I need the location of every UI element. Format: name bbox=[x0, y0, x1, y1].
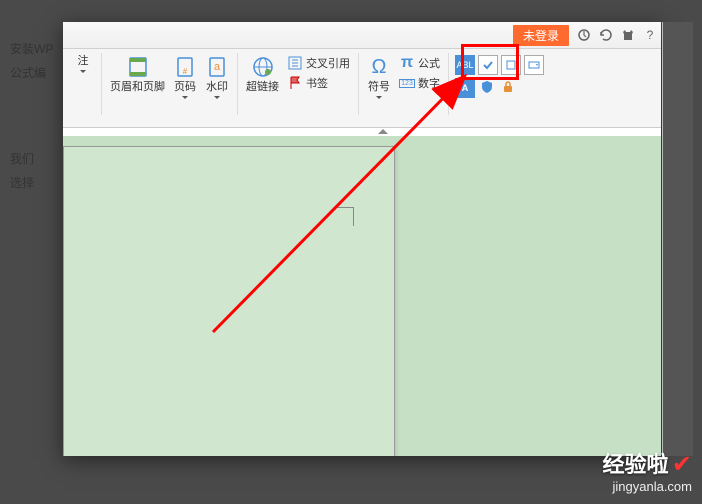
title-bar: 未登录 ? bbox=[63, 22, 661, 49]
bg-text: 我们 bbox=[10, 150, 34, 167]
chevron-down-icon bbox=[376, 96, 382, 99]
history-icon[interactable] bbox=[599, 28, 613, 42]
pi-icon: π bbox=[399, 55, 415, 71]
chevron-down-icon bbox=[80, 70, 86, 73]
cross-ref-icon bbox=[287, 55, 303, 71]
symbol-stack: π 公式 123 数字 bbox=[395, 53, 444, 93]
svg-text:a: a bbox=[214, 61, 221, 73]
watermark-button[interactable]: a 水印 bbox=[201, 53, 233, 117]
svg-text:#: # bbox=[183, 67, 188, 76]
note-label: 注 bbox=[78, 55, 89, 68]
checkbox-button[interactable] bbox=[478, 55, 498, 75]
checkmark-icon: ✔ bbox=[672, 451, 692, 478]
group-note: 注 bbox=[65, 53, 102, 115]
document-page[interactable] bbox=[63, 146, 395, 456]
page-number-label: 页码 bbox=[174, 81, 196, 94]
symbol-button[interactable]: Ω 符号 bbox=[363, 53, 395, 117]
lock-icon[interactable] bbox=[499, 78, 517, 96]
title-icon-group: ? bbox=[577, 28, 657, 42]
watermark-icon: a bbox=[205, 55, 229, 79]
number-button[interactable]: 123 数字 bbox=[395, 73, 444, 93]
bookmark-button[interactable]: 书签 bbox=[283, 73, 354, 93]
watermark-url: jingyanla.com bbox=[603, 479, 692, 494]
number-label: 数字 bbox=[418, 75, 440, 91]
watermark-label: 水印 bbox=[206, 81, 228, 94]
ribbon-toolbar: 注 页眉和页脚 # 页码 a 水印 bbox=[63, 49, 661, 128]
watermark-text: 经验啦 bbox=[603, 452, 669, 477]
page-number-button[interactable]: # 页码 bbox=[169, 53, 201, 117]
skin-icon[interactable] bbox=[621, 28, 635, 42]
chevron-down-icon bbox=[214, 96, 220, 99]
header-footer-button[interactable]: 页眉和页脚 bbox=[106, 53, 169, 117]
bg-text: 选择 bbox=[10, 174, 34, 191]
cross-reference-button[interactable]: 交叉引用 bbox=[283, 53, 354, 73]
link-stack: 交叉引用 书签 bbox=[283, 53, 354, 93]
document-viewport[interactable] bbox=[63, 136, 661, 456]
group-links: 超链接 交叉引用 书签 bbox=[238, 53, 359, 115]
dropdown-button[interactable] bbox=[524, 55, 544, 75]
hyperlink-label: 超链接 bbox=[246, 81, 279, 94]
globe-icon bbox=[251, 55, 275, 79]
sync-icon[interactable] bbox=[577, 28, 591, 42]
header-footer-icon bbox=[126, 55, 150, 79]
group-header: 页眉和页脚 # 页码 a 水印 bbox=[102, 53, 238, 115]
bg-text: 安装WP bbox=[10, 40, 53, 57]
hyperlink-button[interactable]: 超链接 bbox=[242, 53, 283, 117]
bg-text: 公式编 bbox=[10, 64, 46, 81]
symbol-label: 符号 bbox=[368, 81, 390, 94]
misc-icon-grid: ABL A bbox=[453, 53, 557, 100]
formula-button[interactable]: π 公式 bbox=[395, 53, 444, 73]
group-symbol: Ω 符号 π 公式 123 数字 bbox=[359, 53, 449, 115]
chevron-down-icon bbox=[182, 96, 188, 99]
formula-label: 公式 bbox=[418, 55, 440, 71]
a-button[interactable]: A bbox=[455, 78, 475, 98]
header-footer-label: 页眉和页脚 bbox=[110, 81, 165, 94]
app-window: 未登录 ? 注 bbox=[63, 22, 661, 456]
login-button[interactable]: 未登录 bbox=[513, 25, 569, 46]
number-icon: 123 bbox=[399, 75, 415, 91]
flag-icon bbox=[287, 75, 303, 91]
frame-button[interactable] bbox=[501, 55, 521, 75]
shield-icon[interactable] bbox=[478, 78, 496, 96]
group-misc: ABL A bbox=[449, 53, 561, 115]
abl-button[interactable]: ABL bbox=[455, 55, 475, 75]
cross-ref-label: 交叉引用 bbox=[306, 55, 350, 71]
page-number-icon: # bbox=[173, 55, 197, 79]
background-panel bbox=[662, 22, 693, 456]
site-watermark: 经验啦 ✔ jingyanla.com bbox=[603, 447, 692, 494]
bookmark-label: 书签 bbox=[306, 75, 328, 91]
note-button[interactable]: 注 bbox=[69, 53, 97, 117]
svg-text:?: ? bbox=[647, 28, 654, 42]
help-icon[interactable]: ? bbox=[643, 28, 657, 42]
margin-corner-icon bbox=[335, 207, 354, 226]
omega-icon: Ω bbox=[367, 55, 391, 79]
